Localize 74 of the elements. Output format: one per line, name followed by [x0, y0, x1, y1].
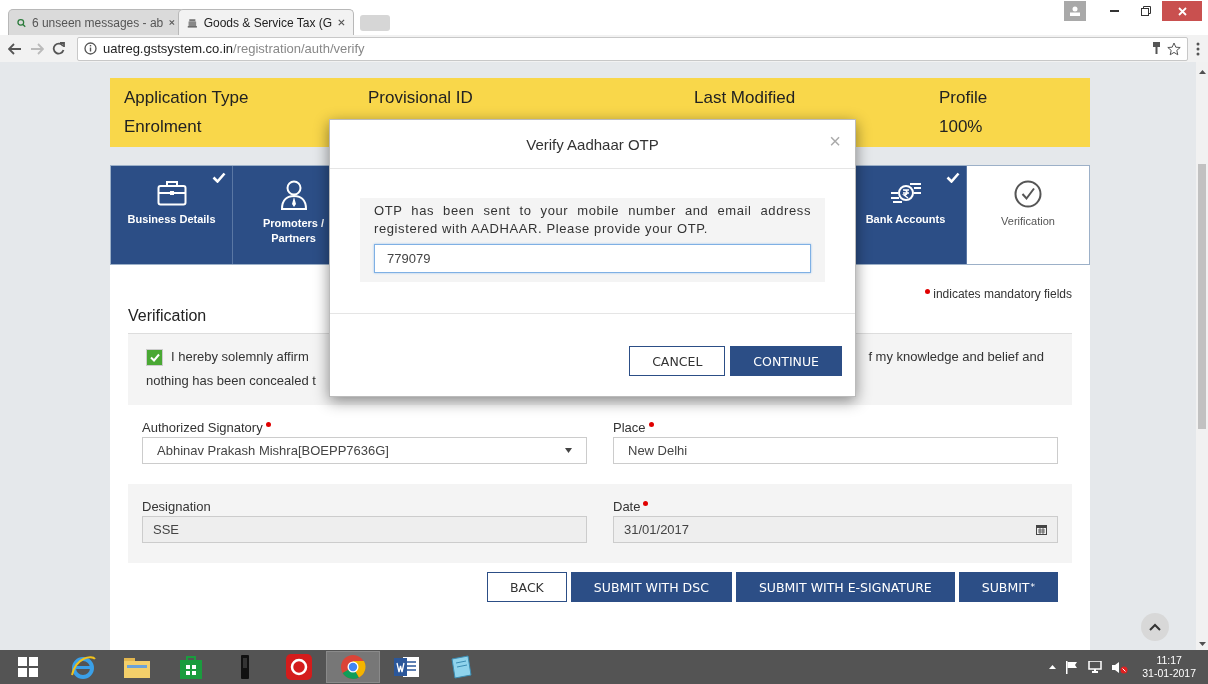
coins-icon: [889, 180, 922, 206]
check-icon: [149, 353, 160, 362]
mandatory-note: indicates mandatory fields: [933, 287, 1072, 301]
network-icon: [1088, 660, 1103, 674]
signatory-dropdown[interactable]: Abhinav Prakash Mishra[BOEPP7636G]: [142, 437, 587, 464]
key-icon: [1152, 42, 1161, 55]
scroll-down-icon: [1198, 642, 1206, 646]
volume-muted-icon: [1112, 660, 1129, 674]
step-tab[interactable]: Business Details: [111, 166, 233, 264]
close-icon: [338, 18, 345, 27]
close-icon: [169, 18, 175, 27]
otp-message: OTP has been sent to your mobile number and email address registered with AADHAAR. Please provide your OTP.: [374, 202, 811, 238]
close-window-button[interactable]: [1162, 1, 1202, 21]
phone-icon: [240, 655, 250, 679]
menu-icon: [1196, 41, 1200, 56]
chrome-icon: [340, 654, 366, 680]
summary-label: Last Modified: [694, 88, 797, 108]
declaration-text: I hereby solemnly affirm: [171, 348, 309, 366]
dialog-button[interactable]: CANCEL: [629, 346, 726, 376]
close-icon: [1177, 6, 1187, 16]
app-icon: [286, 654, 312, 680]
chevron-up-icon: [1149, 623, 1161, 631]
browser-tab[interactable]: Goods & Service Tax (G: [178, 9, 354, 35]
action-button[interactable]: SUBMIT WITH DSC: [570, 572, 732, 602]
summary-label: Application Type: [124, 88, 250, 108]
action-button[interactable]: SUBMIT$^{*}$: [958, 572, 1058, 602]
chevron-up-icon: [1049, 665, 1057, 669]
scrollbar-thumb[interactable]: [1198, 164, 1206, 429]
scrollbar[interactable]: [1196, 62, 1208, 650]
check-circle-icon: [1014, 180, 1042, 208]
check-icon: [946, 172, 960, 183]
step-tab[interactable]: Verification: [967, 166, 1089, 264]
declaration-text: nothing has been concealed t: [146, 372, 316, 390]
address-bar[interactable]: uatreg.gstsystem.co.in/registration/auth/verify: [77, 36, 1188, 61]
calendar-icon: [1036, 524, 1047, 535]
text-field[interactable]: New Delhi: [613, 437, 1058, 464]
caret-icon: [565, 448, 572, 453]
person-icon: [1070, 6, 1080, 16]
minimize-icon: [1109, 10, 1119, 12]
dialog-button[interactable]: CONTINUE: [730, 346, 842, 376]
action-button[interactable]: SUBMIT WITH E-SIGNATURE: [735, 572, 955, 602]
notepad-icon: [448, 655, 474, 679]
restore-icon: [1141, 6, 1151, 16]
reload-icon: [52, 42, 65, 55]
back-icon: [8, 42, 22, 55]
info-icon: [84, 42, 97, 55]
store-icon: [180, 655, 202, 679]
ie-icon: [70, 655, 96, 679]
field-label: Date: [613, 499, 641, 514]
check-icon: [212, 172, 226, 183]
summary-label: Provisional ID: [368, 88, 474, 108]
field-label: Authorized Signatory: [142, 420, 263, 435]
flag-icon: [1066, 660, 1079, 674]
summary-label: Profile: [939, 88, 989, 108]
windows-icon: [18, 657, 38, 677]
clock-time: 11:17: [1156, 654, 1182, 667]
declaration-checkbox[interactable]: [146, 349, 163, 366]
summary-value: 100%: [939, 117, 984, 137]
word-document-icon: [394, 655, 420, 679]
field-label: Designation: [142, 499, 211, 514]
person-icon: [279, 180, 308, 210]
briefcase-icon: [156, 180, 187, 206]
field-label: Place: [613, 420, 646, 435]
forward-icon: [30, 42, 44, 55]
folder-icon: [123, 655, 151, 679]
scroll-up-icon: [1198, 70, 1206, 74]
dialog-title: Verify Aadhaar OTP: [526, 135, 659, 153]
star-icon: [1167, 41, 1181, 56]
clock-date: 31-01-2017: [1142, 667, 1196, 680]
required-dot: [925, 289, 931, 294]
action-button[interactable]: BACK: [486, 572, 567, 602]
summary-value: Enrolment: [124, 117, 203, 137]
declaration-text: f my knowledge and belief and: [868, 348, 1044, 366]
otp-input-field[interactable]: 779079: [374, 244, 811, 273]
